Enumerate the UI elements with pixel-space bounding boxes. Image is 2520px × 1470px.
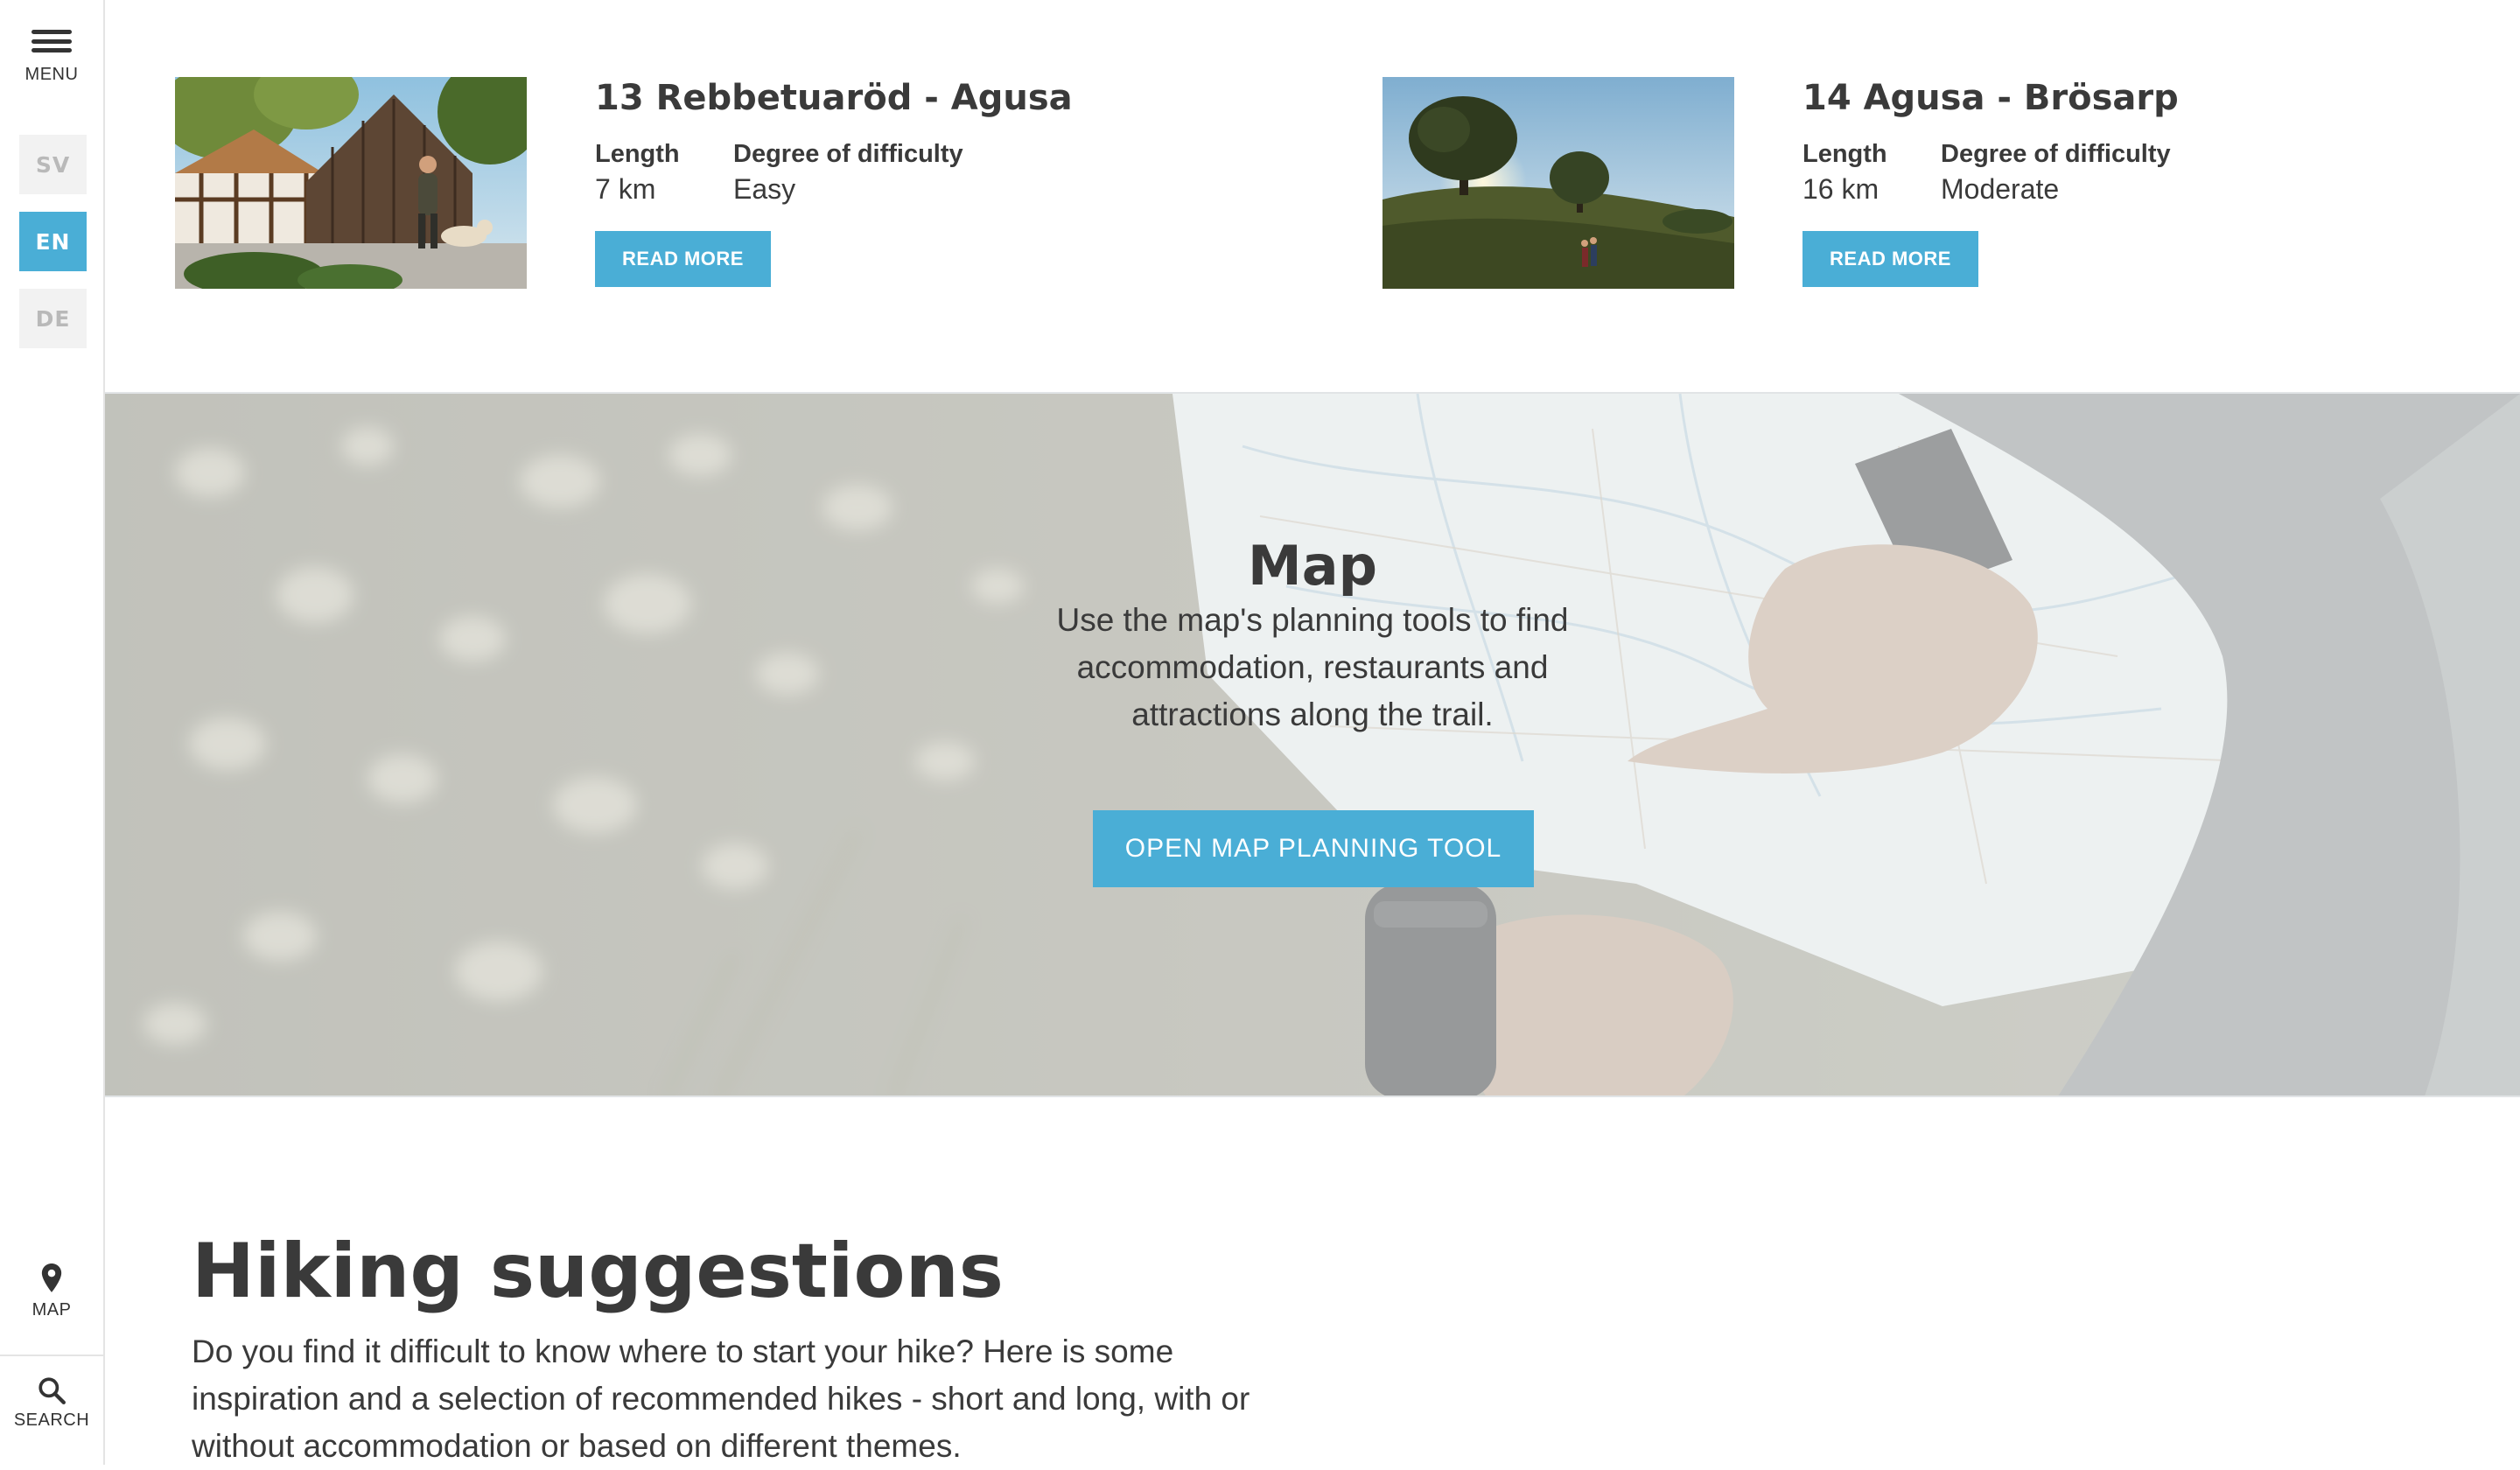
menu-button[interactable]: MENU: [0, 26, 103, 93]
open-map-planning-tool-button[interactable]: OPEN MAP PLANNING TOOL: [1093, 810, 1534, 887]
length-label: Length: [1802, 140, 1887, 168]
side-rail: MENU SV EN DE MAP SEARCH: [0, 0, 105, 1465]
language-sv-button[interactable]: SV: [19, 135, 87, 194]
difficulty-value: Moderate: [1941, 173, 2060, 205]
length-value: 16 km: [1802, 173, 1880, 205]
map-content: Map Use the map's planning tools to find…: [105, 394, 2520, 1096]
map-title: Map: [1248, 534, 1377, 598]
map-button[interactable]: MAP: [0, 1264, 103, 1325]
language-en-button[interactable]: EN: [19, 212, 87, 271]
length-value: 7 km: [595, 173, 656, 205]
map-banner: Map Use the map's planning tools to find…: [105, 392, 2520, 1097]
route-title: 14 Agusa - Brösarp: [1802, 78, 2179, 118]
read-more-button[interactable]: READ MORE: [1802, 231, 1978, 287]
difficulty-label: Degree of difficulty: [733, 140, 963, 168]
menu-label: MENU: [24, 65, 79, 84]
search-icon: [38, 1377, 66, 1404]
route-title: 13 Rebbetuaröd - Agusa: [595, 78, 1073, 118]
search-button[interactable]: SEARCH: [0, 1376, 103, 1437]
map-description: Use the map's planning tools to find acc…: [1056, 602, 1569, 732]
rail-divider: [0, 1354, 103, 1356]
difficulty-value: Easy: [733, 173, 796, 205]
difficulty-label: Degree of difficulty: [1941, 140, 2171, 168]
map-label: MAP: [32, 1300, 72, 1320]
map-pin-icon: [41, 1264, 62, 1292]
route-image[interactable]: [175, 77, 527, 289]
hiking-suggestions-text: Do you find it difficult to know where t…: [192, 1334, 1250, 1464]
search-label: SEARCH: [13, 1410, 90, 1430]
length-label: Length: [595, 140, 680, 168]
hamburger-icon: [32, 26, 72, 56]
language-de-button[interactable]: DE: [19, 289, 87, 348]
hiking-suggestions-title: Hiking suggestions: [192, 1228, 1004, 1315]
read-more-button[interactable]: READ MORE: [595, 231, 771, 287]
route-image[interactable]: [1382, 77, 1734, 289]
